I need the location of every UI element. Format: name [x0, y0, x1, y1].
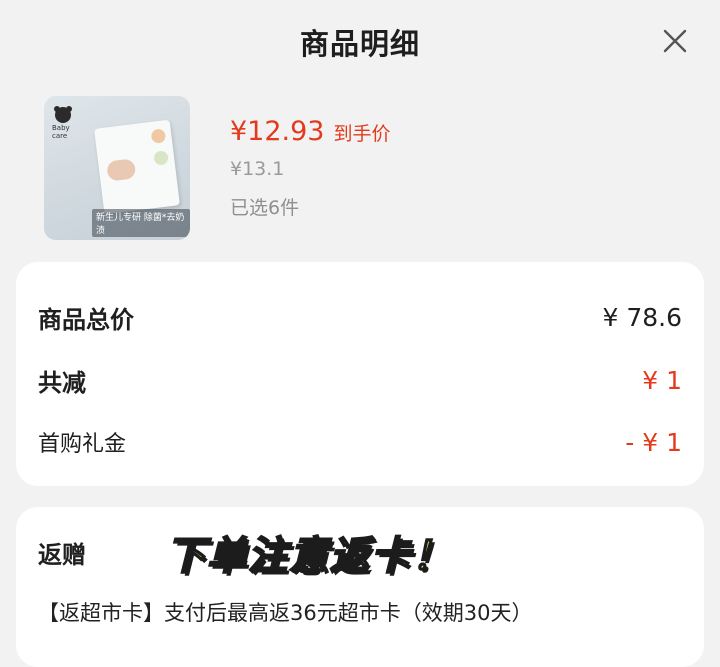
discount-label: 共减 — [38, 369, 86, 397]
promo-overlay-text: 下单注意返卡！ — [165, 533, 454, 580]
price-row: ¥12.93 到手价 — [230, 116, 391, 147]
brand-logo-icon — [52, 103, 74, 125]
total-price-label: 商品总价 — [38, 306, 134, 334]
selected-quantity: 已选6件 — [230, 197, 300, 219]
page-title: 商品明细 — [299, 27, 420, 61]
original-price: ¥13.1 — [230, 158, 285, 180]
total-price-row: 商品总价 ¥ 78.6 — [38, 300, 682, 335]
baby-photo — [106, 158, 137, 182]
first-purchase-gift-row: 首购礼金 - ¥ 1 — [38, 426, 682, 458]
product-summary: Baby care 新生儿专研 除菌*去奶渍 ¥12.93 到手价 ¥13.1 … — [44, 96, 720, 246]
close-icon[interactable] — [660, 26, 690, 56]
rebate-card: 返赠 下单注意返卡！ 【返超市卡】支付后最高返36元超市卡（效期30天） — [16, 507, 704, 667]
discount-value: ¥ 1 — [642, 366, 682, 395]
total-price-value: ¥ 78.6 — [602, 303, 682, 332]
final-price-label: 到手价 — [333, 123, 391, 145]
discount-row: 共减 ¥ 1 — [38, 363, 682, 398]
rebate-description[interactable]: 【返超市卡】支付后最高返36元超市卡（效期30天） — [38, 597, 532, 627]
product-tagline: 新生儿专研 除菌*去奶渍 — [92, 209, 190, 237]
final-price: ¥12.93 — [230, 116, 325, 147]
first-purchase-gift-label: 首购礼金 — [38, 432, 127, 457]
feature-badge — [150, 128, 167, 144]
brand-name: Baby care — [52, 124, 70, 140]
first-purchase-gift-value: - ¥ 1 — [625, 427, 682, 457]
product-package — [94, 119, 180, 215]
product-image[interactable]: Baby care 新生儿专研 除菌*去奶渍 — [44, 96, 190, 240]
price-breakdown-card: 商品总价 ¥ 78.6 共减 ¥ 1 首购礼金 - ¥ 1 — [16, 262, 704, 486]
feature-badge — [153, 150, 169, 166]
rebate-title: 返赠 — [38, 541, 86, 569]
header: 商品明细 — [0, 0, 720, 84]
